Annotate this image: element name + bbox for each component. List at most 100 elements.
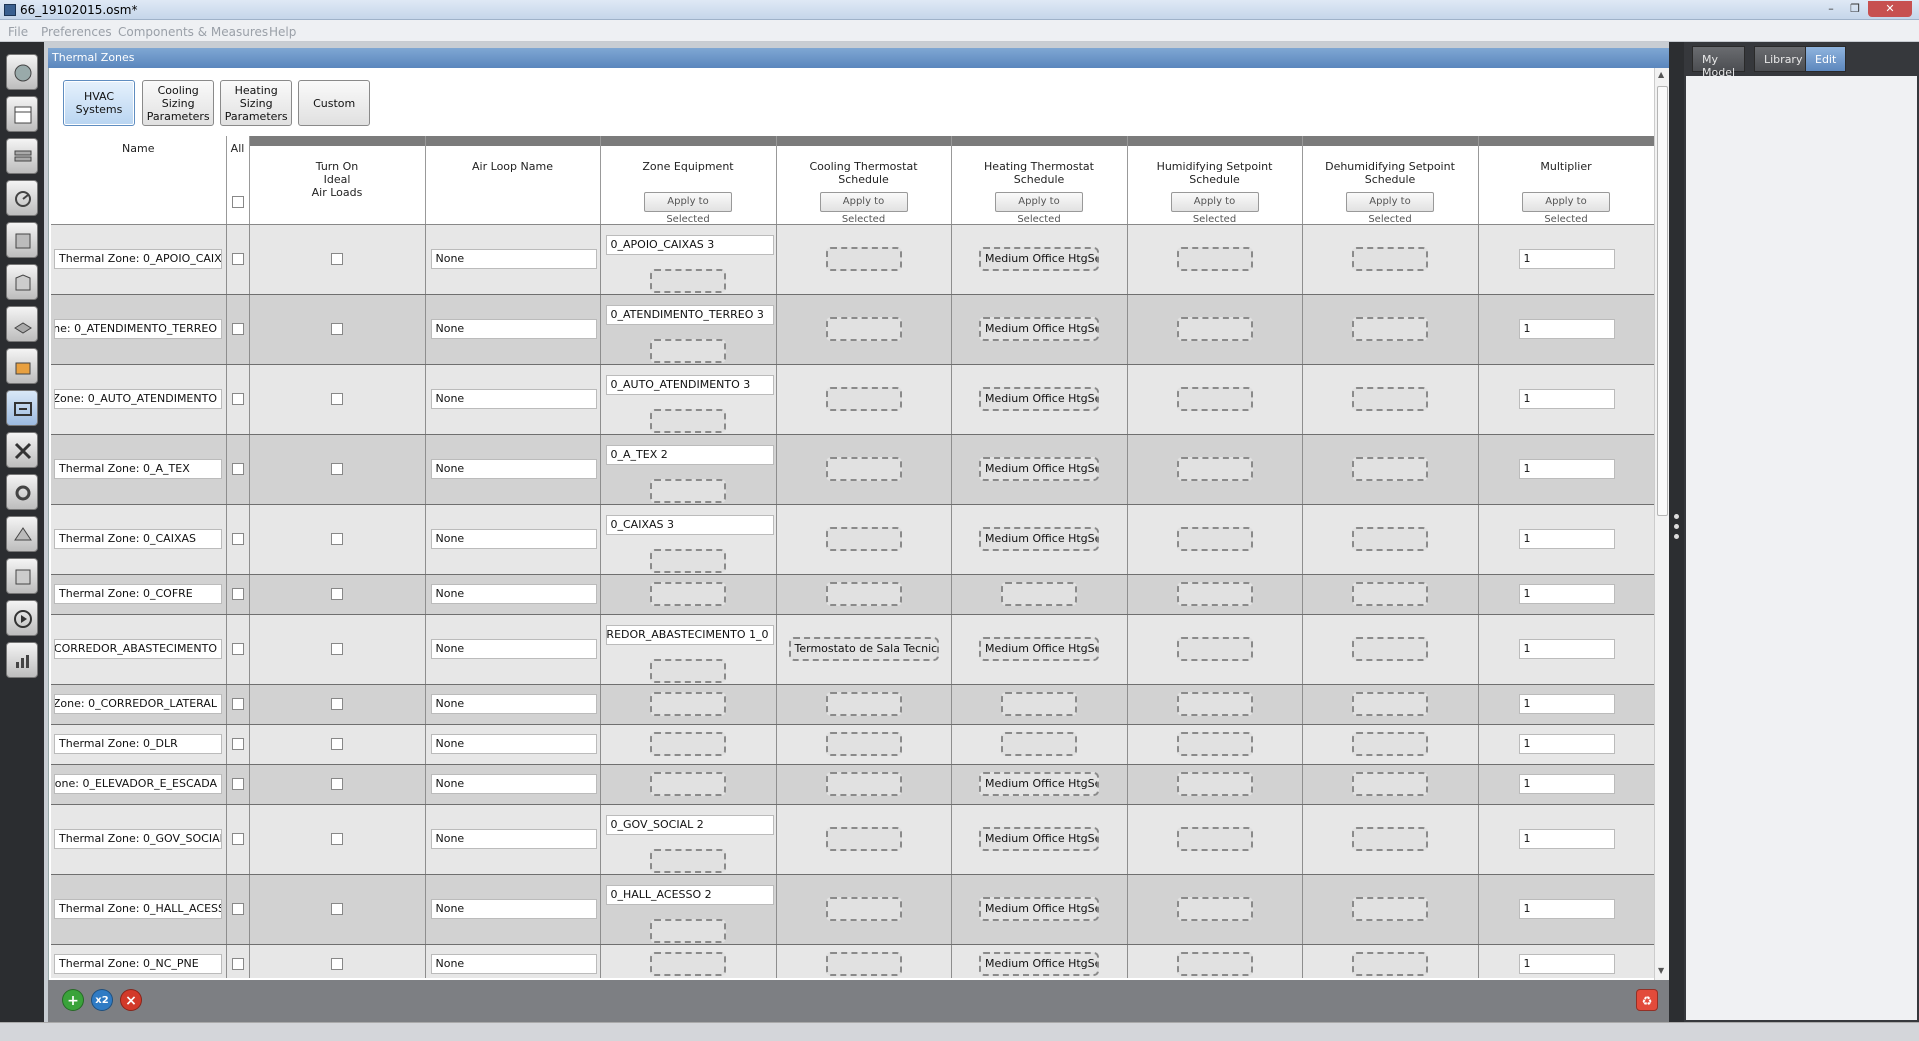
zone-equipment-item[interactable]: 0_GOV_SOCIAL 2 bbox=[605, 814, 774, 835]
air-loop-field[interactable]: None bbox=[430, 639, 597, 659]
heating-schedule-drop-zone[interactable] bbox=[1001, 732, 1077, 756]
dehumidifying-schedule-drop-zone[interactable] bbox=[1352, 387, 1428, 411]
nav-run-button[interactable] bbox=[6, 600, 38, 636]
zone-equipment-drop-zone[interactable] bbox=[650, 772, 726, 796]
air-loop-field[interactable]: None bbox=[430, 249, 597, 269]
zone-equipment-item[interactable]: 0_CORREDOR_ABASTECIMENTO 1 bbox=[605, 624, 774, 645]
nav-thermal-zones-button[interactable] bbox=[6, 390, 38, 426]
multiplier-field[interactable]: 1 bbox=[1518, 954, 1615, 974]
humidifying-schedule-drop-zone[interactable] bbox=[1176, 772, 1253, 796]
remove-zone-icon[interactable]: × bbox=[120, 989, 142, 1011]
menu-help[interactable]: Help bbox=[269, 25, 296, 39]
ideal-air-loads-checkbox[interactable] bbox=[331, 323, 343, 335]
heating-schedule-drop-zone[interactable] bbox=[1001, 692, 1077, 716]
zone-equipment-drop-zone[interactable] bbox=[650, 338, 726, 363]
multiplier-field[interactable]: 1 bbox=[1518, 249, 1615, 269]
ideal-air-loads-checkbox[interactable] bbox=[331, 643, 343, 655]
row-select-checkbox[interactable] bbox=[231, 698, 244, 710]
row-select-checkbox[interactable] bbox=[231, 643, 244, 655]
row-select-checkbox[interactable] bbox=[231, 463, 244, 475]
row-select-checkbox[interactable] bbox=[231, 588, 244, 600]
nav-site-button[interactable] bbox=[6, 54, 38, 90]
nav-scripts-button[interactable] bbox=[6, 558, 38, 594]
zone-name-field[interactable]: Thermal Zone: 0_A_TEX bbox=[54, 459, 222, 479]
close-icon[interactable]: ✕ bbox=[1868, 1, 1912, 17]
zone-name-field[interactable]: Thermal Zone: 0_ELEVADOR_E_ESCADA bbox=[54, 774, 222, 794]
add-zone-icon[interactable]: + bbox=[62, 989, 84, 1011]
air-loop-field[interactable]: None bbox=[430, 319, 597, 339]
multiplier-field[interactable]: 1 bbox=[1518, 694, 1615, 714]
apply-to-selected-button[interactable]: Apply to Selected bbox=[819, 192, 908, 225]
heating-schedule-item[interactable]: Medium Office HtgSetp bbox=[979, 897, 1099, 921]
apply-to-selected-button[interactable]: Apply to Selected bbox=[1170, 192, 1259, 225]
zone-name-field[interactable]: Thermal Zone: 0_AUTO_ATENDIMENTO bbox=[54, 389, 222, 409]
nav-geometry-button[interactable] bbox=[6, 264, 38, 300]
scroll-up-icon[interactable]: ▲ bbox=[1658, 70, 1664, 79]
nav-loads-button[interactable] bbox=[6, 180, 38, 216]
humidifying-schedule-drop-zone[interactable] bbox=[1176, 827, 1253, 851]
humidifying-schedule-drop-zone[interactable] bbox=[1176, 637, 1253, 661]
row-select-checkbox[interactable] bbox=[231, 833, 244, 845]
zone-name-field[interactable]: Thermal Zone: 0_HALL_ACESSO bbox=[54, 899, 222, 919]
minimize-icon[interactable]: – bbox=[1820, 1, 1842, 17]
zone-name-field[interactable]: Thermal Zone: 0_CAIXAS bbox=[54, 529, 222, 549]
cooling-schedule-drop-zone[interactable] bbox=[825, 692, 902, 716]
zone-name-field[interactable]: Thermal Zone: 0_ATENDIMENTO_TERREO bbox=[54, 319, 222, 339]
zone-equipment-drop-zone[interactable] bbox=[650, 408, 726, 433]
tab-hvac-systems[interactable]: HVAC Systems bbox=[63, 80, 135, 126]
row-select-checkbox[interactable] bbox=[231, 903, 244, 915]
heating-schedule-item[interactable]: Medium Office HtgSetp bbox=[979, 637, 1099, 661]
dehumidifying-schedule-drop-zone[interactable] bbox=[1352, 582, 1428, 606]
heating-schedule-item[interactable]: Medium Office HtgSetp bbox=[979, 527, 1099, 551]
dehumidifying-schedule-drop-zone[interactable] bbox=[1352, 247, 1428, 271]
humidifying-schedule-drop-zone[interactable] bbox=[1176, 732, 1253, 756]
tab-edit[interactable]: Edit bbox=[1805, 46, 1847, 72]
humidifying-schedule-drop-zone[interactable] bbox=[1176, 897, 1253, 921]
row-select-checkbox[interactable] bbox=[231, 393, 244, 405]
cooling-schedule-drop-zone[interactable] bbox=[825, 582, 902, 606]
dehumidifying-schedule-drop-zone[interactable] bbox=[1352, 732, 1428, 756]
menu-components-measures[interactable]: Components & Measures bbox=[118, 25, 268, 39]
dehumidifying-schedule-drop-zone[interactable] bbox=[1352, 772, 1428, 796]
multiplier-field[interactable]: 1 bbox=[1518, 774, 1615, 794]
cooling-schedule-drop-zone[interactable] bbox=[825, 897, 902, 921]
humidifying-schedule-drop-zone[interactable] bbox=[1176, 582, 1253, 606]
ideal-air-loads-checkbox[interactable] bbox=[331, 533, 343, 545]
nav-hvac-button[interactable] bbox=[6, 432, 38, 468]
row-select-checkbox[interactable] bbox=[231, 958, 244, 970]
nav-variables-button[interactable] bbox=[6, 474, 38, 510]
multiplier-field[interactable]: 1 bbox=[1518, 734, 1615, 754]
scrollbar-thumb[interactable] bbox=[1657, 86, 1668, 516]
multiplier-field[interactable]: 1 bbox=[1518, 319, 1615, 339]
ideal-air-loads-checkbox[interactable] bbox=[331, 463, 343, 475]
nav-results-button[interactable] bbox=[6, 642, 38, 678]
humidifying-schedule-drop-zone[interactable] bbox=[1176, 952, 1253, 976]
humidifying-schedule-drop-zone[interactable] bbox=[1176, 527, 1253, 551]
nav-constructions-button[interactable] bbox=[6, 138, 38, 174]
apply-to-selected-button[interactable]: Apply to Selected bbox=[1522, 192, 1610, 225]
pane-splitter[interactable] bbox=[1669, 42, 1684, 1022]
dehumidifying-schedule-drop-zone[interactable] bbox=[1352, 897, 1428, 921]
air-loop-field[interactable]: None bbox=[430, 529, 597, 549]
heating-schedule-item[interactable]: Medium Office HtgSetp bbox=[979, 457, 1099, 481]
ideal-air-loads-checkbox[interactable] bbox=[331, 958, 343, 970]
multiplier-field[interactable]: 1 bbox=[1518, 389, 1615, 409]
zone-equipment-item[interactable]: 0_AUTO_ATENDIMENTO 3 bbox=[605, 374, 774, 395]
air-loop-field[interactable]: None bbox=[430, 459, 597, 479]
zone-equipment-item[interactable]: 0_CAIXAS 3 bbox=[605, 514, 774, 535]
ideal-air-loads-checkbox[interactable] bbox=[331, 778, 343, 790]
zone-equipment-drop-zone[interactable] bbox=[650, 732, 726, 756]
zone-name-field[interactable]: Thermal Zone: 0_CORREDOR_LATERAL bbox=[54, 694, 222, 714]
cooling-schedule-drop-zone[interactable] bbox=[825, 317, 902, 341]
apply-to-selected-button[interactable]: Apply to Selected bbox=[995, 192, 1083, 225]
dehumidifying-schedule-drop-zone[interactable] bbox=[1352, 952, 1428, 976]
heating-schedule-item[interactable]: Medium Office HtgSetp bbox=[979, 317, 1099, 341]
zone-equipment-item[interactable]: 0_APOIO_CAIXAS 3 bbox=[605, 234, 774, 255]
ideal-air-loads-checkbox[interactable] bbox=[331, 253, 343, 265]
air-loop-field[interactable]: None bbox=[430, 829, 597, 849]
tab-my-model[interactable]: My Model bbox=[1692, 46, 1746, 79]
dehumidifying-schedule-drop-zone[interactable] bbox=[1352, 527, 1428, 551]
ideal-air-loads-checkbox[interactable] bbox=[331, 738, 343, 750]
zone-equipment-drop-zone[interactable] bbox=[650, 848, 726, 873]
cooling-schedule-drop-zone[interactable] bbox=[825, 527, 902, 551]
